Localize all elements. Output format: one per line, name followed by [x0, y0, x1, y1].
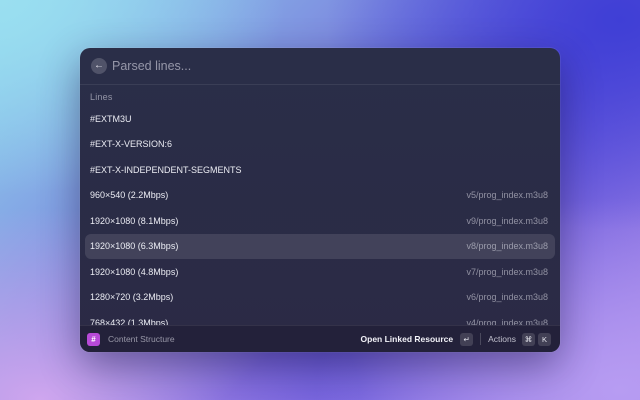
list-item-title: 960×540 (2.2Mbps) — [90, 190, 169, 200]
search-input[interactable] — [112, 59, 512, 73]
list-item-title: #EXT-X-INDEPENDENT-SEGMENTS — [90, 164, 242, 175]
open-linked-resource-button[interactable]: Open Linked Resource — [361, 334, 454, 344]
return-key-icon: ↵ — [460, 332, 474, 346]
list-item-title: 1920×1080 (6.3Mbps) — [90, 241, 179, 251]
list-item-subtitle: v9/prog_index.m3u8 — [466, 215, 548, 226]
section-label: Lines — [90, 92, 113, 102]
list-item-selected[interactable]: 1920×1080 (6.3Mbps) v8/prog_index.m3u8 — [85, 233, 555, 259]
k-key-icon: K — [538, 332, 551, 346]
list-item-title: #EXT-X-VERSION:6 — [90, 139, 173, 149]
hash-icon: # — [87, 332, 100, 346]
list-item-title: 1280×720 (3.2Mbps) — [90, 292, 174, 302]
extension-title: Content Structure — [108, 334, 175, 344]
list-item-title: #EXTM3U — [90, 113, 132, 124]
list-item[interactable]: 768×432 (1.3Mbps) v4/prog_index.m3u8 — [85, 310, 555, 327]
list-item-title: 1920×1080 (4.8Mbps) — [90, 266, 179, 277]
list-item-title: 1920×1080 (8.1Mbps) — [90, 215, 179, 226]
list-item[interactable]: #EXTM3U — [85, 106, 555, 131]
list-item-subtitle: v6/prog_index.m3u8 — [466, 292, 548, 302]
list-item[interactable]: 1280×720 (3.2Mbps) v6/prog_index.m3u8 — [85, 285, 555, 310]
arrow-left-icon: ← — [94, 60, 104, 71]
command-palette-window: ← Lines #EXTM3U #EXT-X-VERSION:6 #EXT-X-… — [80, 48, 560, 352]
search-bar: ← — [80, 48, 560, 85]
list-item[interactable]: 1920×1080 (4.8Mbps) v7/prog_index.m3u8 — [85, 259, 555, 284]
list-item[interactable]: #EXT-X-VERSION:6 — [85, 132, 555, 157]
command-key-icon: ⌘ — [522, 332, 535, 346]
divider — [480, 333, 482, 345]
back-button[interactable]: ← — [91, 58, 107, 74]
actions-button[interactable]: Actions — [488, 334, 516, 344]
list-item[interactable]: 960×540 (2.2Mbps) v5/prog_index.m3u8 — [85, 183, 555, 208]
lines-list: #EXTM3U #EXT-X-VERSION:6 #EXT-X-INDEPEND… — [85, 106, 555, 326]
list-item-subtitle: v5/prog_index.m3u8 — [466, 190, 548, 200]
action-bar: # Content Structure Open Linked Resource… — [80, 325, 560, 352]
list-item-subtitle: v7/prog_index.m3u8 — [466, 266, 548, 277]
list-item[interactable]: #EXT-X-INDEPENDENT-SEGMENTS — [85, 157, 555, 182]
list-item[interactable]: 1920×1080 (8.1Mbps) v9/prog_index.m3u8 — [85, 208, 555, 233]
list-item-subtitle: v8/prog_index.m3u8 — [466, 241, 548, 251]
